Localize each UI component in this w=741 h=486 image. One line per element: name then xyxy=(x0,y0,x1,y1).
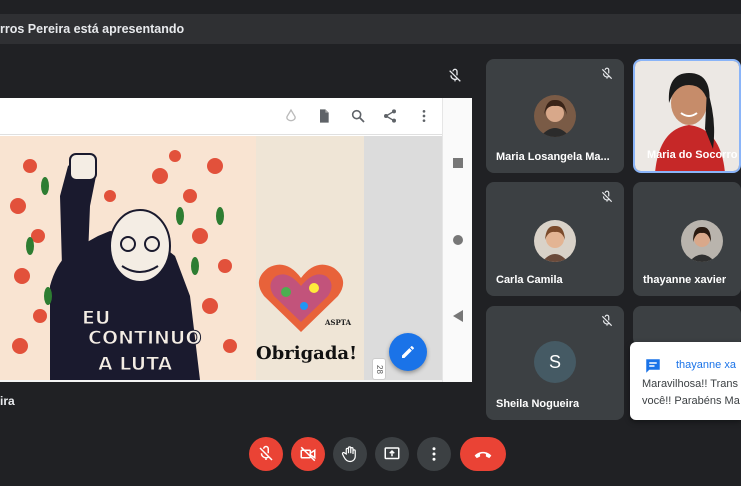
share-icon[interactable] xyxy=(382,108,398,124)
participant-name: Maria do Socorro xyxy=(647,149,738,161)
protest-artwork: EU CONTINUO A LUTA xyxy=(0,136,256,380)
home-circle-icon[interactable] xyxy=(453,235,463,245)
viewer-side-panel xyxy=(442,98,472,382)
meet-window: rros Pereira está apresentando EU CONTIN… xyxy=(0,0,741,486)
avatar xyxy=(534,220,576,262)
chat-sender: thayanne xa xyxy=(676,359,736,371)
edit-button[interactable] xyxy=(389,333,427,371)
participant-tile[interactable]: Carla Camila xyxy=(486,182,624,296)
present-screen-button[interactable] xyxy=(375,437,409,471)
slide-content: EU CONTINUO A LUTA xyxy=(0,136,442,382)
participant-name: thayanne xavier xyxy=(643,274,727,286)
mic-off-icon xyxy=(601,314,613,327)
participant-tile-active[interactable]: Maria do Socorro xyxy=(633,59,741,173)
mic-off-icon xyxy=(449,68,461,82)
participant-tile[interactable]: Maria Losangela Ma... xyxy=(486,59,624,173)
more-vert-icon[interactable] xyxy=(416,108,432,124)
presenting-banner: rros Pereira está apresentando xyxy=(0,14,741,44)
document-icon[interactable] xyxy=(316,108,332,124)
svg-text:EU: EU xyxy=(82,307,110,329)
hang-up-button[interactable] xyxy=(460,437,506,471)
svg-text:A LUTA: A LUTA xyxy=(98,353,173,375)
mic-off-icon xyxy=(601,190,613,203)
stop-square-icon[interactable] xyxy=(453,158,463,168)
page-number: 28 xyxy=(372,358,386,380)
presenter-name: ira xyxy=(0,394,15,408)
camera-off-icon xyxy=(300,446,316,462)
camera-toggle-button[interactable] xyxy=(291,437,325,471)
raise-hand-icon xyxy=(341,446,356,463)
chat-notification[interactable]: thayanne xa Maravilhosa!! Trans você!! P… xyxy=(630,342,741,420)
chat-icon xyxy=(646,359,660,373)
drive-icon[interactable] xyxy=(283,108,299,124)
present-screen-icon xyxy=(384,447,400,460)
pencil-icon xyxy=(402,346,414,358)
svg-text:CONTINUO: CONTINUO xyxy=(88,327,202,349)
participant-tile[interactable]: thayanne xavier xyxy=(633,182,741,296)
hang-up-icon xyxy=(474,451,492,459)
more-options-button[interactable] xyxy=(417,437,451,471)
mic-off-icon xyxy=(601,67,613,80)
avatar: S xyxy=(534,341,576,383)
heart-logo-text: ASPTA xyxy=(325,318,352,327)
chat-message-line: Maravilhosa!! Trans xyxy=(642,378,738,390)
participant-name: Carla Camila xyxy=(496,274,563,286)
back-triangle-icon[interactable] xyxy=(453,310,463,322)
thanks-text: Obrigada! xyxy=(256,343,357,364)
mic-toggle-button[interactable] xyxy=(249,437,283,471)
artwork-illustration: EU CONTINUO A LUTA xyxy=(10,150,237,380)
participant-name: Sheila Nogueira xyxy=(496,398,580,410)
raise-hand-button[interactable] xyxy=(333,437,367,471)
presenting-text: rros Pereira está apresentando xyxy=(0,22,185,36)
avatar xyxy=(681,220,723,262)
mic-off-icon xyxy=(259,445,273,461)
participant-tile[interactable] xyxy=(633,306,741,346)
viewer-toolbar xyxy=(0,98,472,135)
search-icon[interactable] xyxy=(350,108,366,124)
chat-message-line: você!! Parabéns Ma xyxy=(642,395,740,407)
chat-message: Maravilhosa!! Trans você!! Parabéns Ma xyxy=(642,376,740,410)
avatar xyxy=(534,95,576,137)
more-vert-icon xyxy=(432,447,436,461)
participant-name: Maria Losangela Ma... xyxy=(496,151,610,163)
participant-tile[interactable]: S Sheila Nogueira xyxy=(486,306,624,420)
